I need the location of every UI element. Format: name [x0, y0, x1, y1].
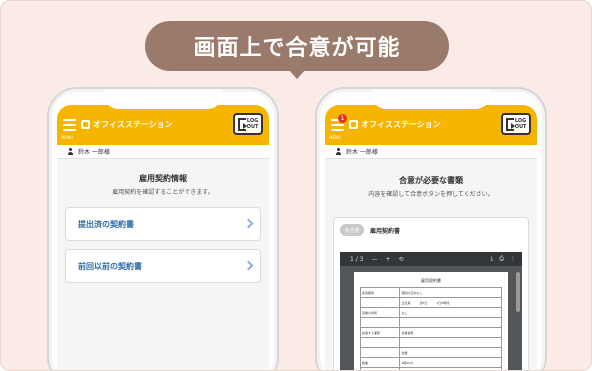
card-label: 前回以前の契約書	[78, 261, 142, 271]
logout-icon	[237, 117, 247, 131]
table-row	[359, 317, 502, 328]
row-label: 始業	[359, 357, 401, 368]
app-header: 1 MENU オフィスステーション LOG OUT	[325, 105, 537, 145]
user-bar: 鈴木 一郎様	[325, 145, 537, 159]
hamburger-menu-icon[interactable]	[63, 119, 76, 135]
contract-table: 雇用期間 期間の定めなし 正社員 週5日 1日8時間 就業の場所 なし 従事する業務 営業事…	[359, 287, 502, 370]
document-card: 未合意 雇用契約書 1 / 3 — + ⟲ ⤓ ⎙ ⋮ 雇用契約書 雇用期間 期…	[333, 217, 529, 370]
status-badge: 未合意	[340, 224, 364, 236]
row-value: なし	[399, 307, 502, 318]
row-value: 正社員 週5日 1日8時間	[399, 297, 502, 308]
table-row: 就業の場所 なし	[359, 307, 502, 318]
pdf-scrollbar[interactable]	[516, 272, 520, 312]
pdf-toolbar: 1 / 3 — + ⟲ ⤓ ⎙ ⋮	[340, 252, 522, 266]
row-value: 営業	[399, 347, 502, 358]
row-label	[359, 317, 401, 328]
row-label	[359, 297, 401, 308]
phone-right: 1 MENU オフィスステーション LOG OUT 鈴木 一郎様 合意が必要な書…	[315, 87, 547, 370]
logout-button[interactable]: LOG OUT	[501, 113, 531, 135]
headline-bubble: 画面上で合意が可能	[145, 21, 449, 71]
previous-contracts-card[interactable]: 前回以前の契約書	[65, 249, 261, 283]
page-subtitle: 内容を確認して合意ボタンを押してください。	[368, 191, 494, 198]
table-row: 始業 9時00分	[359, 357, 502, 368]
pdf-page-title: 雇用契約書	[421, 278, 441, 283]
zoom-out-button[interactable]: —	[371, 256, 377, 263]
row-label: 雇用期間	[359, 287, 401, 298]
more-icon[interactable]: ⋮	[510, 255, 516, 263]
brand-logo-icon	[81, 120, 90, 129]
chevron-right-icon	[243, 260, 254, 271]
table-row: 終業18時00分	[359, 367, 502, 370]
zoom-in-button[interactable]: +	[385, 256, 390, 263]
promo-frame: 画面上で合意が可能 MENU オフィスステーション LOG OUT 鈴木 一郎様…	[0, 0, 592, 371]
main-content: 雇用契約情報 雇用契約を確認することができます。 提出済の契約書 前回以前の契約…	[57, 159, 269, 370]
brand[interactable]: オフィスステーション	[349, 119, 441, 130]
row-value	[399, 337, 502, 348]
print-icon[interactable]: ⎙	[499, 255, 504, 263]
row-value	[399, 317, 502, 328]
document-title: 雇用契約書	[370, 228, 401, 235]
row-value: 営業事務	[399, 327, 502, 338]
bubble-tail	[288, 69, 306, 79]
chevron-right-icon	[243, 218, 254, 229]
user-bar: 鈴木 一郎様	[57, 145, 269, 159]
menu-label: MENU	[61, 135, 73, 140]
phone-notch	[104, 89, 222, 109]
brand-name: オフィスステーション	[93, 120, 173, 129]
row-label: 終業	[359, 367, 401, 370]
row-label: 就業の場所	[359, 307, 401, 318]
logout-label-2: OUT	[246, 124, 259, 130]
page-indicator: 1 / 3	[350, 255, 364, 263]
user-icon	[67, 148, 74, 155]
user-name: 鈴木 一郎様	[346, 149, 378, 156]
row-label	[359, 337, 401, 348]
table-row: 営業	[359, 347, 502, 358]
table-row	[359, 337, 502, 348]
logout-label-2: OUT	[514, 124, 527, 130]
logout-icon	[505, 117, 515, 131]
table-row: 従事する業務 営業事務	[359, 327, 502, 338]
download-icon[interactable]: ⤓	[491, 255, 494, 263]
phone-left: MENU オフィスステーション LOG OUT 鈴木 一郎様 雇用契約情報 雇用…	[47, 87, 279, 370]
user-icon	[335, 148, 342, 155]
submitted-contracts-card[interactable]: 提出済の契約書	[65, 207, 261, 241]
notification-badge: 1	[338, 114, 347, 123]
card-label: 提出済の契約書	[78, 219, 134, 229]
table-row: 正社員 週5日 1日8時間	[359, 297, 502, 308]
headline-text: 画面上で合意が可能	[193, 36, 401, 61]
page-title: 雇用契約情報	[139, 174, 187, 183]
user-name: 鈴木 一郎様	[78, 149, 110, 156]
pdf-page: 雇用契約書 雇用期間 期間の定めなし 正社員 週5日 1日8時間 就業の場所 なし 従事す…	[354, 272, 508, 370]
row-label	[359, 347, 401, 358]
logout-button[interactable]: LOG OUT	[233, 113, 263, 135]
table-row: 雇用期間 期間の定めなし	[359, 287, 502, 298]
pdf-viewer[interactable]: 1 / 3 — + ⟲ ⤓ ⎙ ⋮ 雇用契約書 雇用期間 期間の定めなし 正社員…	[340, 252, 522, 370]
page-title: 合意が必要な書類	[399, 176, 463, 185]
brand[interactable]: オフィスステーション	[81, 119, 173, 130]
menu-label: MENU	[329, 135, 341, 140]
app-header: MENU オフィスステーション LOG OUT	[57, 105, 269, 145]
brand-name: オフィスステーション	[361, 120, 441, 129]
brand-logo-icon	[349, 120, 358, 129]
row-value: 18時00分	[399, 367, 502, 370]
row-label: 従事する業務	[359, 327, 401, 338]
rotate-icon[interactable]: ⟲	[399, 256, 404, 263]
page-subtitle: 雇用契約を確認することができます。	[112, 189, 214, 196]
phone-notch	[372, 89, 490, 109]
main-content: 合意が必要な書類 内容を確認して合意ボタンを押してください。 未合意 雇用契約書…	[325, 159, 537, 370]
row-value: 期間の定めなし	[399, 287, 502, 298]
row-value: 9時00分	[399, 357, 502, 368]
